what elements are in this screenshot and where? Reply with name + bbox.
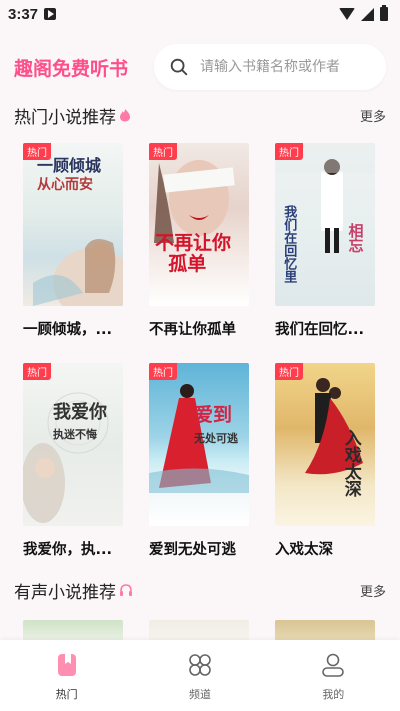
book-title: 入戏太深 [275,542,333,558]
status-time: 3:37 [8,5,39,23]
nav-label: 我的 [322,688,345,701]
book-cover[interactable]: 热门 不再让你 孤单 [149,143,249,306]
audio-section-header: 有声小说推荐 更多 [0,576,400,604]
bookmark-book-icon [57,654,76,676]
book-cover[interactable]: 热门 爱到 无处可逃 [149,363,249,526]
book-card[interactable]: 热门 爱到 无处可逃 爱到无处可逃 [149,363,249,559]
book-title: 我爱你，执... [23,542,113,558]
hot-section-title: 热门小说推荐 [14,107,116,128]
book-card[interactable]: 热门 我们在回忆里 相忘 我们在回忆... [275,143,375,339]
audio-more-link[interactable]: 更多 [360,581,386,600]
book-card[interactable]: 热门 入戏太深 入戏太深 [275,363,375,559]
user-icon [322,653,345,677]
flame-icon [120,109,130,122]
book-card[interactable]: 热门 我爱你 执迷不悔 我爱你，执... [23,363,123,559]
bottom-nav: 热门 频道 我的 [0,640,400,711]
audio-section-title: 有声小说推荐 [14,582,116,603]
hot-badge: 热门 [23,363,51,380]
four-circles-icon [189,654,211,676]
nav-label: 频道 [188,688,211,701]
cover-title: 爱到 无处可逃 [194,404,238,445]
hot-badge: 热门 [275,143,303,160]
book-title: 爱到无处可逃 [149,542,236,558]
nav-tab-mine[interactable]: 我的 [267,640,400,711]
headphones-icon [120,584,132,596]
hot-badge: 热门 [149,143,177,160]
book-cover[interactable]: 热门 入戏太深 [275,363,375,526]
nav-tab-hot[interactable]: 热门 [0,640,133,711]
book-title: 一顾倾城，... [23,322,113,338]
search-icon [170,58,188,76]
cover-title: 不再让你 孤单 [155,232,232,275]
app-title: 趣阁免费听书 [14,57,129,80]
cover-subtitle: 相忘 [346,223,365,253]
status-icons [339,5,388,21]
cover-illustration [23,392,109,523]
book-cover[interactable]: 热门 一顾倾城 从心而安 [23,143,123,306]
hot-book-grid: 热门 一顾倾城从心而安 一顾倾城，... 热门 不再让你 孤单 不再让你孤单 [23,143,379,559]
hot-badge: 热门 [275,363,303,380]
wifi-icon [339,8,355,20]
book-cover[interactable]: 热门 我们在回忆里 相忘 [275,143,375,306]
nav-tab-channel[interactable]: 频道 [133,640,266,711]
nav-label: 热门 [55,688,78,701]
cover-title: 我爱你 执迷不悔 [53,402,107,441]
book-title: 不再让你孤单 [149,322,236,338]
header: 趣阁免费听书 [0,42,400,92]
hot-more-link[interactable]: 更多 [360,106,386,125]
hot-badge: 热门 [149,363,177,380]
cover-title: 一顾倾城 从心而安 [37,156,102,193]
signal-icon [361,7,374,21]
book-card[interactable]: 热门 不再让你 孤单 不再让你孤单 [149,143,249,339]
status-bar: 3:37 [0,0,400,28]
battery-icon [380,5,388,21]
cover-title: 入戏太深 [340,429,361,497]
book-cover[interactable]: 热门 我爱你 执迷不悔 [23,363,123,526]
cover-title: 我们在回忆里 [281,205,297,283]
book-title: 我们在回忆... [275,322,365,338]
play-notification-icon [44,8,57,20]
book-card[interactable]: 热门 一顾倾城 从心而安 一顾倾城，... [23,143,123,339]
cover-illustration [154,160,235,243]
hot-section-header: 热门小说推荐 更多 [0,101,400,129]
search-box[interactable] [154,44,386,90]
hot-badge: 热门 [23,143,51,160]
search-input[interactable] [200,59,370,75]
